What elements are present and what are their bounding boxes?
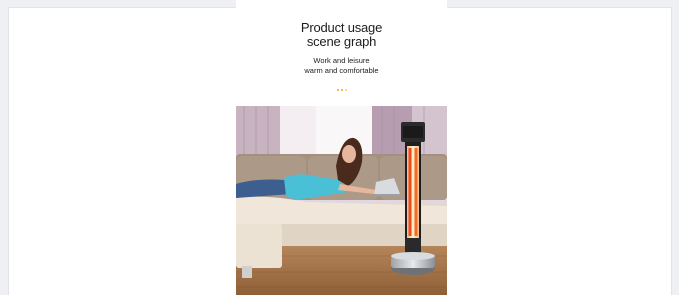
section-title-line-2: scene graph <box>306 34 377 49</box>
dot-2 <box>340 89 343 91</box>
section-subtitle: Work and leisure warm and comfortable <box>236 56 447 75</box>
section-subtitle-line-1: Work and leisure <box>313 56 370 65</box>
dot-3 <box>344 89 347 91</box>
section-subtitle-line-2: warm and comfortable <box>304 65 379 75</box>
product-scene-photo <box>236 106 447 295</box>
product-scene-section: Product usage scene graph Work and leisu… <box>236 0 447 295</box>
section-title-line-1: Product usage <box>300 20 383 35</box>
dot-1 <box>336 89 339 91</box>
section-title: Product usage scene graph <box>236 21 447 49</box>
decorative-dots <box>236 89 447 91</box>
scene-illustration <box>236 106 447 295</box>
